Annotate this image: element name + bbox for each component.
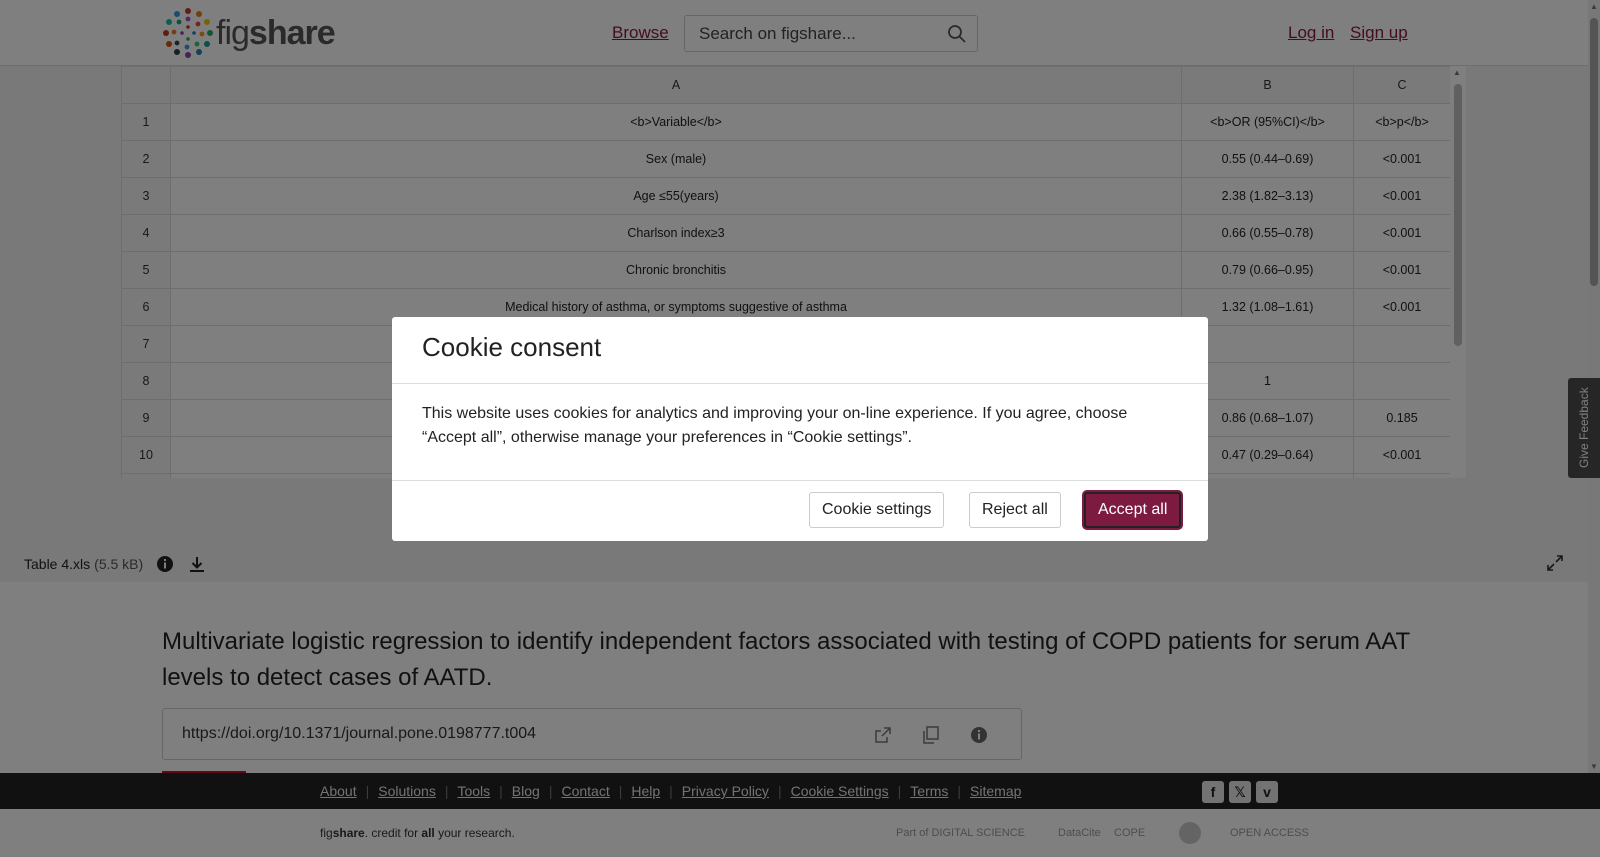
dialog-body-text: This website uses cookies for analytics … <box>392 384 1208 481</box>
cookie-settings-button[interactable]: Cookie settings <box>809 492 945 528</box>
cookie-consent-dialog: Cookie consent This website uses cookies… <box>392 317 1208 541</box>
dialog-footer: Cookie settings Reject all Accept all <box>392 481 1208 540</box>
dialog-header: Cookie consent <box>392 317 1208 384</box>
dialog-title: Cookie consent <box>422 332 602 362</box>
reject-all-button[interactable]: Reject all <box>969 492 1061 528</box>
accept-all-button[interactable]: Accept all <box>1084 492 1182 528</box>
